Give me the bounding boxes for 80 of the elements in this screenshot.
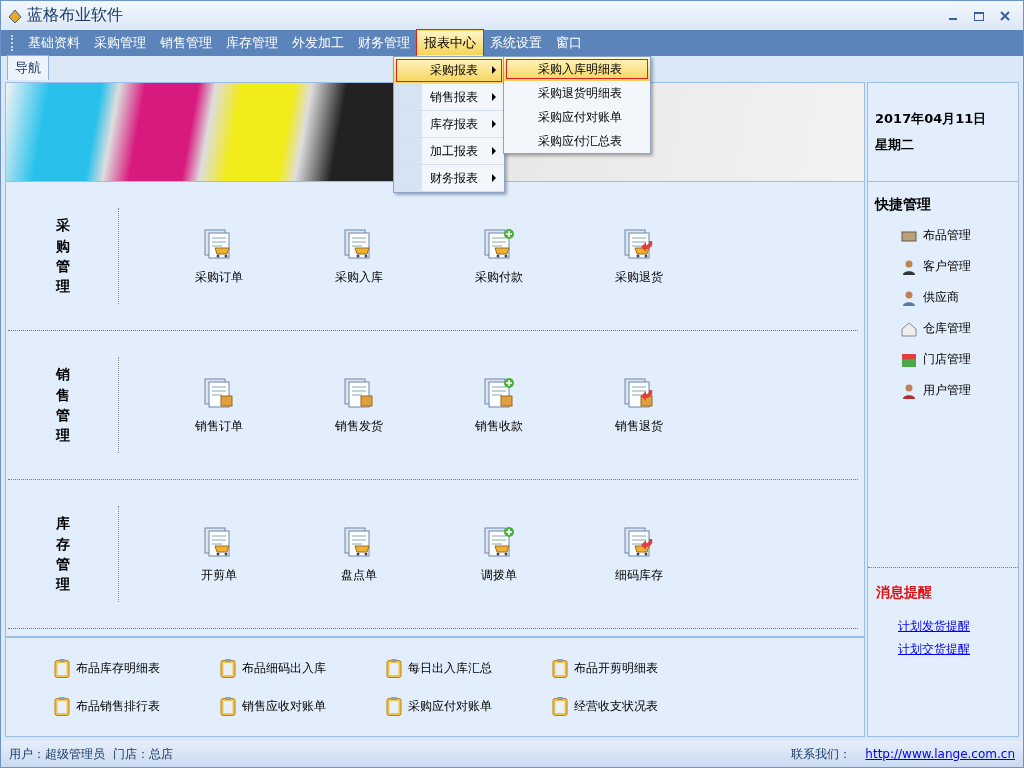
report-link[interactable]: 布品库存明细表: [76, 659, 160, 677]
shop-icon: [901, 351, 917, 368]
person-icon: [901, 289, 917, 306]
person-icon: [901, 382, 917, 399]
quick-link[interactable]: 仓库管理: [923, 320, 971, 337]
report-link[interactable]: 每日出入库汇总: [408, 659, 492, 677]
dropdown-item[interactable]: 库存报表: [394, 111, 504, 138]
document-icon: [482, 375, 516, 410]
quick-link[interactable]: 供应商: [923, 289, 959, 306]
dropdown-item[interactable]: 采购报表: [394, 57, 504, 84]
menu-item[interactable]: 报表中心: [417, 30, 483, 56]
dropdown-item[interactable]: 销售报表: [394, 84, 504, 111]
alert-link[interactable]: 计划交货提醒: [876, 641, 1010, 658]
menu-item[interactable]: 基础资料: [21, 30, 87, 56]
close-icon[interactable]: [999, 9, 1011, 22]
menu-item[interactable]: 系统设置: [483, 30, 549, 56]
report-link[interactable]: 销售应收对账单: [242, 697, 326, 715]
contact-label: 联系我们：: [791, 745, 852, 763]
module-button[interactable]: 销售收款: [429, 374, 569, 436]
quick-link[interactable]: 门店管理: [923, 351, 971, 368]
quick-link[interactable]: 客户管理: [923, 258, 971, 275]
module-button[interactable]: 开剪单: [149, 523, 289, 585]
menu-item[interactable]: 外发加工: [285, 30, 351, 56]
document-icon: [482, 524, 516, 559]
module-button[interactable]: 销售订单: [149, 374, 289, 436]
submenu-item[interactable]: 采购退货明细表: [504, 81, 650, 105]
submenu-item[interactable]: 采购应付汇总表: [504, 129, 650, 153]
quick-title: 快捷管理: [875, 196, 932, 214]
clipboard-icon: [220, 658, 236, 678]
section-title: 采购管理: [56, 216, 70, 297]
module-button[interactable]: 销售发货: [289, 374, 429, 436]
menu-item[interactable]: 窗口: [549, 30, 589, 56]
report-link[interactable]: 布品销售排行表: [76, 697, 160, 715]
clipboard-icon: [552, 658, 568, 678]
tab[interactable]: 导航: [7, 55, 49, 80]
menu-item[interactable]: 财务管理: [351, 30, 417, 56]
report-link[interactable]: 经营收支状况表: [574, 697, 658, 715]
menu-item[interactable]: 销售管理: [153, 30, 219, 56]
clipboard-icon: [220, 696, 236, 716]
document-icon: [622, 375, 656, 410]
module-button[interactable]: 细码库存: [569, 523, 709, 585]
user-text: 用户：超级管理员: [9, 745, 105, 763]
submenu-item[interactable]: 采购入库明细表: [504, 57, 650, 81]
module-button[interactable]: 盘点单: [289, 523, 429, 585]
person-icon: [901, 258, 917, 275]
menu-item[interactable]: 库存管理: [219, 30, 285, 56]
dropdown-item[interactable]: 财务报表: [394, 165, 504, 192]
document-icon: [202, 375, 236, 410]
clipboard-icon: [54, 658, 70, 678]
quick-link[interactable]: 布品管理: [923, 227, 971, 244]
module-button[interactable]: 采购订单: [149, 225, 289, 287]
quick-link[interactable]: 用户管理: [923, 382, 971, 399]
module-button[interactable]: 采购付款: [429, 225, 569, 287]
module-button[interactable]: 调拨单: [429, 523, 569, 585]
dropdown-item[interactable]: 加工报表: [394, 138, 504, 165]
submenu-item[interactable]: 采购应付对账单: [504, 105, 650, 129]
weekday-text: 星期二: [875, 136, 915, 154]
date-text: 2017年04月11日: [875, 110, 988, 128]
website-link[interactable]: http://www.lange.com.cn: [859, 747, 1015, 761]
alert-link[interactable]: 计划发货提醒: [876, 618, 1010, 635]
app-logo-icon: [7, 7, 23, 24]
section-title: 销售管理: [56, 365, 70, 446]
house-icon: [901, 320, 917, 337]
report-link[interactable]: 布品细码出入库: [242, 659, 326, 677]
window-title: 蓝格布业软件: [27, 5, 124, 26]
document-icon: [342, 375, 376, 410]
report-link[interactable]: 采购应付对账单: [408, 697, 492, 715]
document-icon: [482, 226, 516, 261]
clipboard-icon: [552, 696, 568, 716]
menu-item[interactable]: 采购管理: [87, 30, 153, 56]
section-title: 库存管理: [56, 514, 70, 595]
clipboard-icon: [386, 696, 402, 716]
module-button[interactable]: 采购退货: [569, 225, 709, 287]
report-link[interactable]: 布品开剪明细表: [574, 659, 658, 677]
clipboard-icon: [386, 658, 402, 678]
clipboard-icon: [54, 696, 70, 716]
module-button[interactable]: 销售退货: [569, 374, 709, 436]
store-text: 门店：总店: [113, 745, 173, 763]
alerts-title: 消息提醒: [876, 584, 933, 602]
module-button[interactable]: 采购入库: [289, 225, 429, 287]
